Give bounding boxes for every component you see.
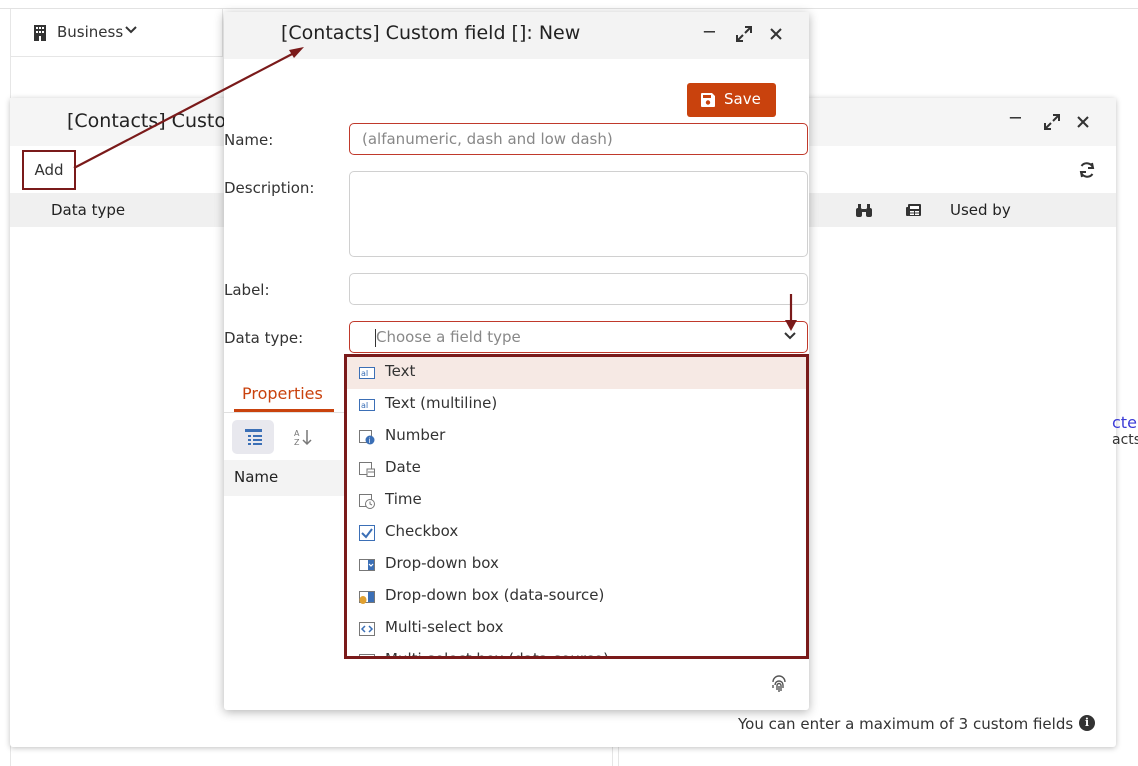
- text-type-icon: aI: [359, 367, 375, 379]
- name-label: Name:: [224, 131, 274, 149]
- fingerprint-icon[interactable]: [770, 675, 788, 693]
- option-dropdown-datasource[interactable]: Drop-down box (data-source): [347, 581, 806, 613]
- option-text-multiline[interactable]: aI Text (multiline): [347, 389, 806, 421]
- dialog-header: [Contacts] Custom field []: New ─: [224, 12, 809, 59]
- option-label: Text: [385, 362, 416, 380]
- categorized-list-icon: [245, 429, 262, 445]
- label-label: Label:: [224, 281, 270, 299]
- sort-alpha-icon: A Z: [294, 429, 312, 446]
- option-date[interactable]: Date: [347, 453, 806, 485]
- peek-text: acts: [1112, 432, 1138, 448]
- data-type-select[interactable]: Choose a field type: [349, 321, 808, 353]
- option-label: Number: [385, 426, 446, 444]
- business-label: Business: [57, 23, 124, 41]
- column-name[interactable]: Name: [234, 468, 278, 486]
- option-number[interactable]: i Number: [347, 421, 806, 453]
- minimize-icon[interactable]: ─: [704, 22, 715, 43]
- add-button[interactable]: Add: [22, 150, 76, 190]
- svg-text:i: i: [369, 437, 371, 445]
- data-type-placeholder: Choose a field type: [376, 328, 521, 346]
- description-label: Description:: [224, 179, 315, 197]
- description-field[interactable]: [349, 171, 808, 257]
- multiselect-icon: [359, 622, 375, 636]
- building-icon: [34, 25, 46, 41]
- save-label: Save: [724, 90, 761, 108]
- label-field[interactable]: [349, 273, 808, 305]
- peek-link[interactable]: cte: [1112, 413, 1137, 432]
- date-icon: [359, 462, 375, 477]
- maximize-icon[interactable]: [1044, 114, 1060, 130]
- option-label: Multi-select box: [385, 618, 504, 636]
- close-icon[interactable]: [1077, 116, 1089, 128]
- newspaper-icon[interactable]: [906, 203, 921, 217]
- binoculars-icon[interactable]: [856, 204, 872, 217]
- info-icon[interactable]: i: [1079, 715, 1095, 731]
- name-field[interactable]: (alfanumeric, dash and low dash): [349, 123, 808, 155]
- option-label: Time: [385, 490, 422, 508]
- column-used-by[interactable]: Used by: [950, 201, 1011, 219]
- column-data-type[interactable]: Data type: [51, 201, 125, 219]
- custom-fields-limit-note: You can enter a maximum of 3 custom fiel…: [738, 715, 1074, 733]
- multiselect-datasource-icon: [359, 654, 375, 656]
- data-type-options-list[interactable]: aI Text aI Text (multiline) i Number Dat…: [344, 354, 809, 659]
- option-dropdown[interactable]: Drop-down box: [347, 549, 806, 581]
- svg-text:aI: aI: [361, 369, 368, 378]
- alphabetical-view-button[interactable]: A Z: [282, 420, 324, 454]
- svg-text:Z: Z: [294, 438, 300, 446]
- option-text[interactable]: aI Text: [347, 357, 806, 389]
- refresh-icon[interactable]: [1078, 161, 1096, 179]
- option-checkbox[interactable]: Checkbox: [347, 517, 806, 549]
- option-label: Checkbox: [385, 522, 459, 540]
- business-selector[interactable]: Business: [10, 9, 223, 57]
- dropdown-icon: [359, 559, 375, 571]
- minimize-icon[interactable]: ─: [1010, 108, 1021, 129]
- close-icon[interactable]: [770, 28, 782, 40]
- maximize-icon[interactable]: [736, 26, 752, 42]
- time-icon: [359, 494, 375, 509]
- name-placeholder: (alfanumeric, dash and low dash): [362, 130, 613, 148]
- option-label: Drop-down box (data-source): [385, 586, 605, 604]
- chevron-down-icon: [125, 26, 137, 34]
- svg-text:A: A: [294, 429, 300, 438]
- option-label: Multi-select box (data-source): [385, 650, 610, 659]
- number-icon: i: [359, 430, 375, 445]
- svg-text:aI: aI: [361, 401, 368, 410]
- save-button[interactable]: Save: [687, 83, 776, 117]
- dropdown-datasource-icon: [359, 591, 375, 604]
- floppy-disk-icon: [701, 93, 715, 107]
- dialog-title: [Contacts] Custom field []: New: [281, 22, 581, 44]
- categorized-view-button[interactable]: [232, 420, 274, 454]
- option-label: Drop-down box: [385, 554, 499, 572]
- option-multiselect[interactable]: Multi-select box: [347, 613, 806, 645]
- tab-properties[interactable]: Properties: [242, 384, 323, 403]
- data-type-label: Data type:: [224, 329, 304, 347]
- option-time[interactable]: Time: [347, 485, 806, 517]
- option-multiselect-datasource[interactable]: Multi-select box (data-source): [347, 645, 806, 659]
- option-label: Text (multiline): [385, 394, 498, 412]
- checkbox-icon: [359, 525, 375, 541]
- option-label: Date: [385, 458, 421, 476]
- chevron-down-icon[interactable]: [782, 329, 798, 343]
- text-multiline-icon: aI: [359, 399, 375, 411]
